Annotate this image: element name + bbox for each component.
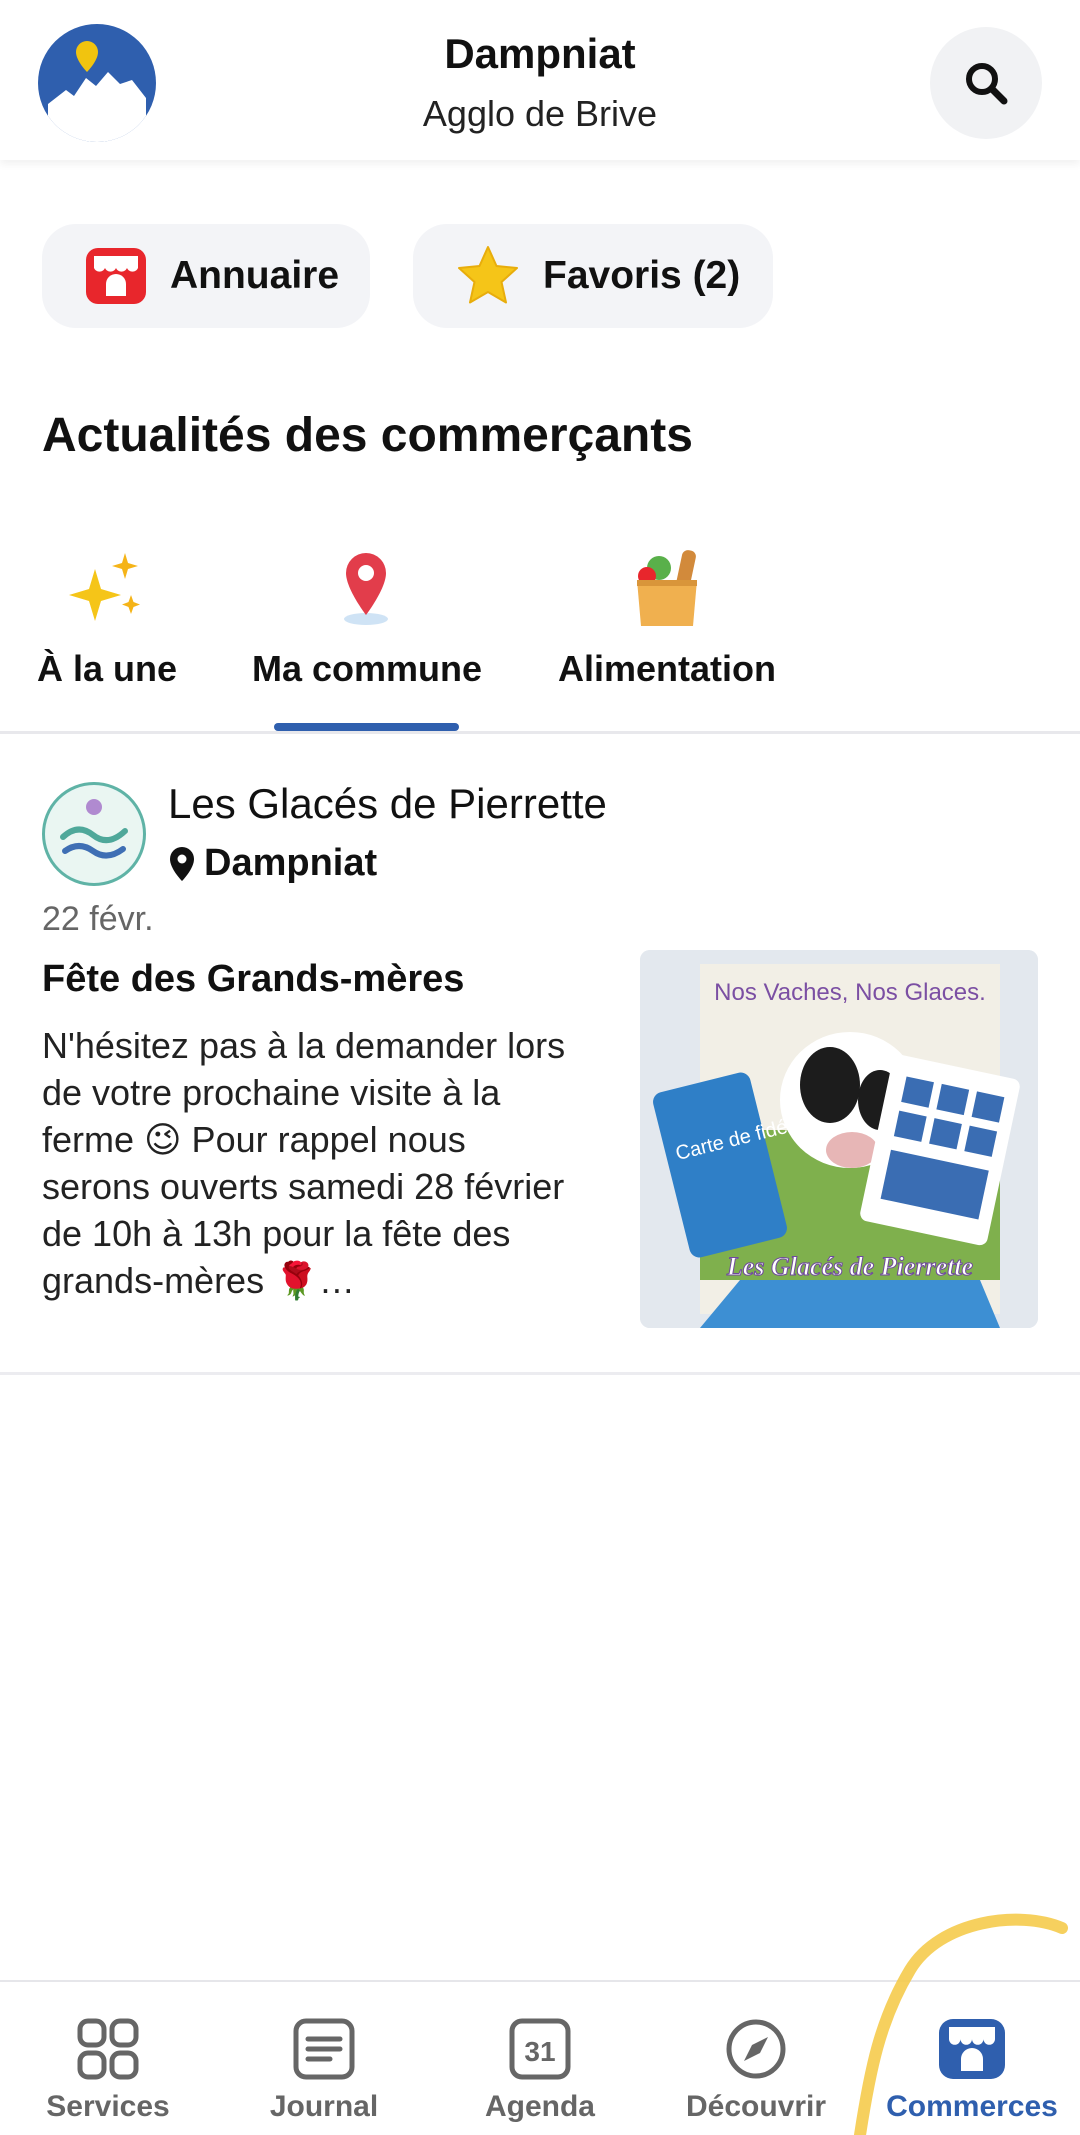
nav-services-label: Services bbox=[46, 2090, 170, 2123]
nav-commerces-label: Commerces bbox=[886, 2090, 1058, 2123]
calendar-day-number: 31 bbox=[524, 2036, 555, 2067]
divider bbox=[0, 1372, 1080, 1375]
tab-ma-commune-label: Ma commune bbox=[252, 648, 483, 689]
page-subtitle: Agglo de Brive bbox=[422, 93, 658, 134]
nav-decouvrir[interactable]: Découvrir bbox=[648, 1982, 864, 2135]
nav-journal-label: Journal bbox=[269, 2090, 379, 2123]
post-title[interactable]: Fête des Grands-mères bbox=[42, 958, 464, 1001]
grocery-bag-icon bbox=[637, 550, 697, 626]
selected-tab-indicator bbox=[274, 723, 459, 731]
post-body[interactable]: N'hésitez pas à la demander lors de votr… bbox=[42, 1022, 582, 1304]
tab-a-la-une[interactable]: À la une bbox=[36, 548, 178, 690]
merchant-name[interactable]: Les Glacés de Pierrette bbox=[168, 780, 607, 828]
nav-agenda[interactable]: 31 Agenda bbox=[432, 1982, 648, 2135]
post-image[interactable]: Nos Vaches, Nos Glaces. Carte de fidélit… bbox=[640, 950, 1038, 1328]
star-icon bbox=[458, 246, 518, 304]
section-title: Actualités des commerçants bbox=[42, 409, 693, 462]
post-date: 22 févr. bbox=[42, 900, 154, 938]
page-title: Dampniat bbox=[444, 30, 636, 77]
storefront-icon bbox=[86, 248, 146, 304]
newspaper-icon bbox=[293, 2018, 355, 2080]
app-header: Dampniat Agglo de Brive bbox=[0, 0, 1080, 160]
favoris-label: Favoris (2) bbox=[543, 254, 741, 297]
map-pin-icon bbox=[344, 553, 388, 625]
merchant-avatar[interactable] bbox=[42, 782, 146, 886]
nav-journal[interactable]: Journal bbox=[216, 1982, 432, 2135]
grid-icon bbox=[77, 2018, 139, 2080]
nav-services[interactable]: Services bbox=[0, 1982, 216, 2135]
nav-agenda-label: Agenda bbox=[484, 2090, 595, 2123]
bottom-navigation: Services Journal 31 Agenda Découvrir Com… bbox=[0, 1980, 1080, 2135]
search-button[interactable] bbox=[930, 27, 1042, 139]
tab-a-la-une-label: À la une bbox=[36, 648, 178, 689]
merchant-location-label: Dampniat bbox=[204, 842, 378, 884]
compass-icon bbox=[726, 2019, 786, 2079]
sparkles-icon bbox=[69, 553, 140, 621]
calendar-icon: 31 bbox=[509, 2018, 571, 2080]
tab-ma-commune[interactable]: Ma commune bbox=[252, 548, 483, 690]
image-brand-text: Les Glacés de Pierrette bbox=[726, 1252, 973, 1281]
divider bbox=[0, 731, 1080, 734]
search-icon bbox=[966, 63, 1008, 105]
location-pin-icon bbox=[170, 846, 194, 881]
tab-alimentation-label: Alimentation bbox=[557, 648, 776, 689]
merchant-location: Dampniat bbox=[168, 842, 377, 885]
storefront-icon bbox=[939, 2019, 1005, 2079]
nav-decouvrir-label: Découvrir bbox=[685, 2090, 827, 2123]
favoris-button[interactable]: Favoris (2) bbox=[413, 224, 773, 328]
tab-alimentation[interactable]: Alimentation bbox=[557, 548, 777, 690]
nav-commerces[interactable]: Commerces bbox=[864, 1982, 1080, 2135]
image-banner-text: Nos Vaches, Nos Glaces. bbox=[714, 979, 986, 1006]
annuaire-button[interactable]: Annuaire bbox=[42, 224, 370, 328]
annuaire-label: Annuaire bbox=[170, 254, 340, 297]
